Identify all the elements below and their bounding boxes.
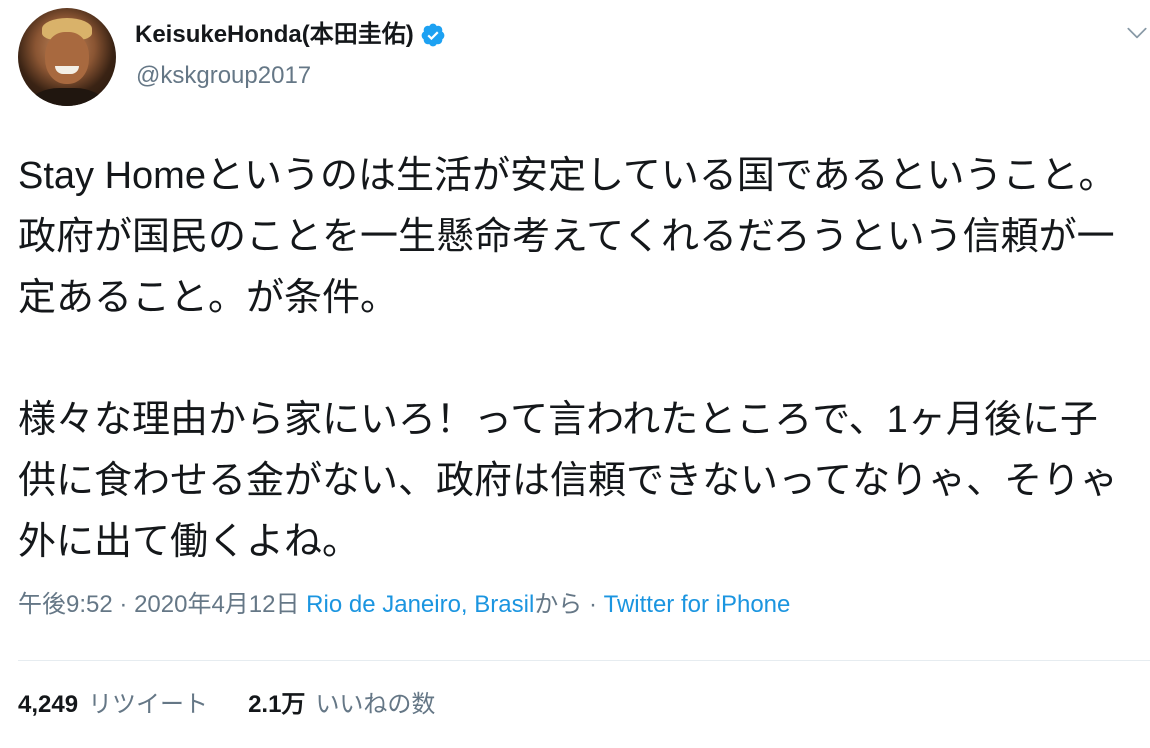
meta-separator: · — [119, 591, 128, 618]
meta-separator-2: · — [588, 591, 597, 618]
likes-label: いいねの数 — [315, 691, 436, 718]
avatar-face — [45, 32, 89, 84]
tweet-text: Stay Homeというのは生活が安定している国であるということ。政府が国民のこ… — [18, 155, 1119, 563]
divider — [18, 660, 1150, 661]
display-name-text[interactable]: KeisukeHonda(本田圭佑) — [135, 19, 414, 51]
tweet-stats: 4,249 リツイート 2.1万 いいねの数 — [18, 688, 475, 722]
location-suffix: から — [534, 591, 583, 618]
verified-badge-icon — [421, 23, 445, 47]
chevron-down-icon[interactable] — [1124, 20, 1150, 46]
likes-stat[interactable]: 2.1万 いいねの数 — [248, 688, 435, 722]
retweets-count: 4,249 — [18, 691, 79, 718]
retweets-stat[interactable]: 4,249 リツイート — [18, 688, 208, 722]
tweet-date[interactable]: 2020年4月12日 — [134, 591, 299, 618]
retweets-label: リツイート — [88, 691, 209, 718]
display-name[interactable]: KeisukeHonda(本田圭佑) — [135, 19, 446, 51]
avatar-body — [30, 88, 104, 106]
tweet-location-link[interactable]: Rio de Janeiro, Brasil — [306, 591, 534, 618]
tweet-source-link[interactable]: Twitter for iPhone — [604, 591, 791, 618]
user-handle[interactable]: @kskgroup2017 — [136, 60, 311, 92]
tweet-card: KeisukeHonda(本田圭佑) @kskgroup2017 Stay Ho… — [0, 0, 1150, 748]
avatar[interactable] — [18, 8, 116, 106]
tweet-time[interactable]: 午後9:52 — [18, 591, 113, 618]
tweet-meta: 午後9:52 · 2020年4月12日 Rio de Janeiro, Bras… — [18, 588, 790, 622]
likes-count: 2.1万 — [248, 691, 306, 718]
